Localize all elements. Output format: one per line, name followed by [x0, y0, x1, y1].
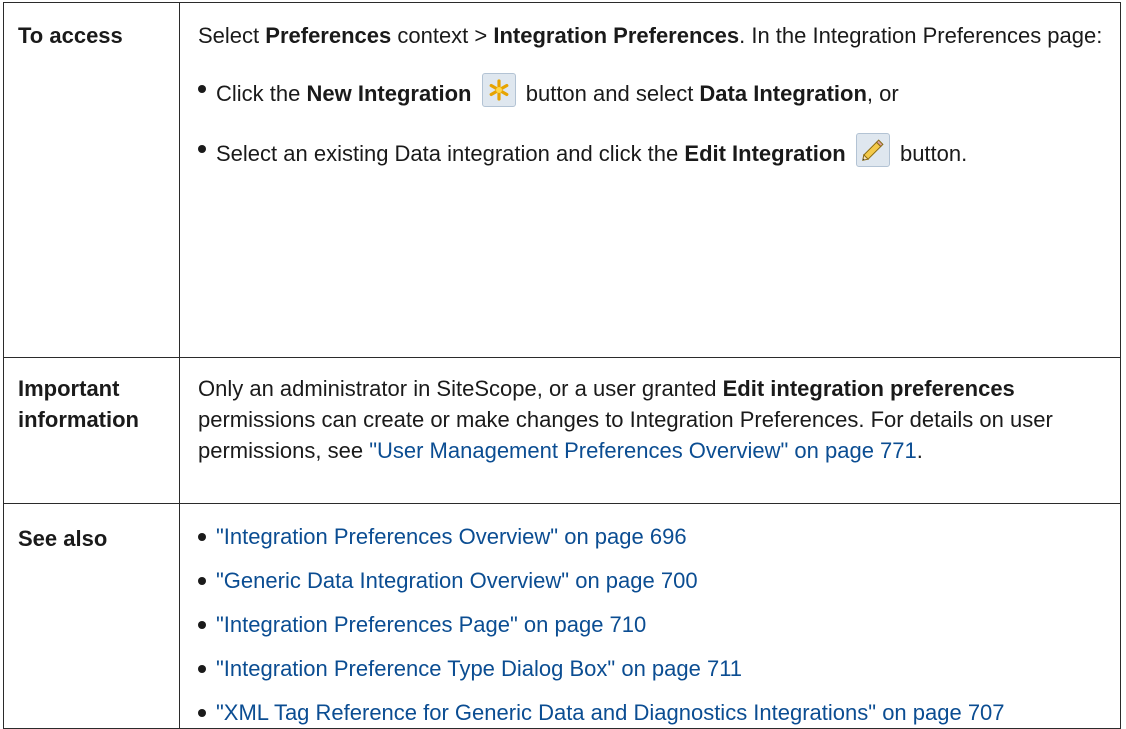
list-item: "Integration Preferences Overview" on pa…	[198, 521, 1108, 552]
item-text: button and select	[519, 81, 700, 106]
edit-integration-preferences-term: Edit integration preferences	[722, 376, 1015, 401]
intro-text: Select	[198, 23, 266, 48]
user-management-link[interactable]: "User Management Preferences Overview" o…	[369, 438, 917, 463]
see-also-link[interactable]: "Integration Preferences Overview" on pa…	[216, 524, 687, 549]
see-also-link[interactable]: "Generic Data Integration Overview" on p…	[216, 568, 698, 593]
list-item: "XML Tag Reference for Generic Data and …	[198, 697, 1108, 728]
see-also-list: "Integration Preferences Overview" on pa…	[198, 521, 1108, 728]
access-content: Select Preferences context > Integration…	[179, 2, 1121, 358]
new-integration-icon	[481, 73, 516, 107]
list-item: Click the New Integration button and sel…	[198, 73, 1108, 109]
see-also-link[interactable]: "Integration Preferences Page" on page 7…	[216, 612, 646, 637]
preferences-term: Preferences	[265, 23, 392, 48]
list-item: "Integration Preferences Page" on page 7…	[198, 609, 1108, 640]
access-list: Click the New Integration button and sel…	[198, 73, 1108, 169]
see-also-link[interactable]: "Integration Preference Type Dialog Box"…	[216, 656, 742, 681]
access-row: To access Select Preferences context > I…	[3, 2, 1121, 358]
info-table: To access Select Preferences context > I…	[3, 2, 1121, 729]
bullet-icon	[198, 621, 206, 629]
bullet-icon	[198, 533, 206, 541]
access-intro: Select Preferences context > Integration…	[198, 20, 1108, 51]
item-text: Select an existing Data integration and …	[216, 141, 685, 166]
important-content: Only an administrator in SiteScope, or a…	[179, 357, 1121, 504]
item-text: button.	[893, 141, 968, 166]
important-text: Only an administrator in SiteScope, or a…	[198, 376, 723, 401]
intro-text: . In the Integration Preferences page:	[739, 23, 1103, 48]
bullet-icon	[198, 145, 206, 153]
list-item: Select an existing Data integration and …	[198, 133, 1108, 169]
item-text: Click the	[216, 81, 307, 106]
edit-integration-term: Edit Integration	[684, 141, 846, 166]
important-row: Important information Only an administra…	[3, 357, 1121, 504]
list-item: "Integration Preference Type Dialog Box"…	[198, 653, 1108, 684]
important-heading: Important information	[3, 357, 180, 504]
new-integration-term: New Integration	[306, 81, 472, 106]
edit-integration-icon	[855, 133, 890, 167]
bullet-icon	[198, 709, 206, 717]
access-heading: To access	[3, 2, 180, 358]
bullet-icon	[198, 665, 206, 673]
list-item: "Generic Data Integration Overview" on p…	[198, 565, 1108, 596]
data-integration-term: Data Integration	[699, 81, 867, 106]
important-text: .	[916, 438, 923, 463]
see-also-link[interactable]: "XML Tag Reference for Generic Data and …	[216, 700, 1005, 725]
integration-preferences-term: Integration Preferences	[493, 23, 740, 48]
bullet-icon	[198, 577, 206, 585]
intro-text: context >	[391, 23, 494, 48]
item-text: , or	[866, 81, 899, 106]
bullet-icon	[198, 85, 206, 93]
